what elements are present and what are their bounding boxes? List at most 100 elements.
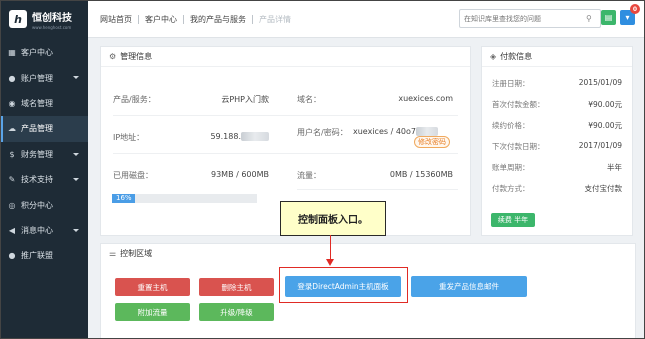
panel-title: 付款信息 — [500, 52, 533, 61]
renew-button[interactable]: 续费 半年 — [491, 213, 535, 227]
disk-value: 93MB / 600MB — [210, 170, 269, 179]
panel-title: 管理信息 — [120, 52, 153, 61]
traffic-label: 流量： — [297, 171, 321, 180]
redacted-mask — [415, 127, 438, 136]
account-label: 用户名/密码： — [297, 128, 348, 137]
ip-label: IP地址： — [113, 133, 145, 142]
change-password-link[interactable]: 修改密码 — [414, 136, 450, 148]
cart-button[interactable]: ▾ 0 — [620, 4, 640, 25]
sidebar-item-label: 积分中心 — [21, 200, 53, 210]
wrench-icon: ✎ — [8, 175, 16, 185]
payment-row: 首次付款金额： ¥90.00元 — [492, 99, 622, 110]
user-icon: ● — [8, 73, 16, 83]
sidebar-item-messages[interactable]: ◀ 消息中心 — [1, 218, 88, 243]
sidebar-item-label: 产品管理 — [21, 124, 53, 134]
account-text: xuexices / 40o7 — [353, 127, 416, 136]
payment-info-panel: ◈ 付款信息 注册日期： 2015/01/09 首次付款金额： ¥90.00元 … — [481, 46, 633, 236]
brand-logo[interactable]: h 恒创科技 www.henghost.com — [1, 1, 88, 37]
search-input[interactable] — [460, 14, 586, 23]
cog-icon: ⚙ — [109, 52, 117, 61]
brand-name: 恒创科技 — [32, 12, 72, 24]
payment-value: 2015/01/09 — [578, 78, 622, 87]
sidebar-item-finance[interactable]: $ 财务管理 — [1, 142, 88, 167]
panel-header: ⚙ 管理信息 — [101, 47, 470, 67]
eye-icon: ◈ — [490, 52, 497, 61]
grid-icon: ▦ — [8, 48, 16, 58]
disk-label: 已用磁盘： — [113, 171, 153, 180]
sidebar-nav: ▦ 客户中心 ● 账户管理 ◉ 域名管理 ☁ 产品管理 $ 财务管理 ✎ 技术支… — [1, 40, 88, 269]
sidebar-item-points[interactable]: ◎ 积分中心 — [1, 192, 88, 217]
caret-down-icon — [73, 228, 79, 232]
coin-icon: ◎ — [8, 200, 16, 210]
sliders-icon: ⚌ — [109, 249, 117, 258]
caret-down-icon — [73, 76, 79, 80]
payment-key: 注册日期： — [492, 79, 530, 88]
breadcrumb-current: 产品详情 — [259, 14, 291, 24]
book-button[interactable]: ▤ — [601, 10, 616, 25]
cart-count-badge: 0 — [630, 4, 640, 14]
divider — [297, 189, 458, 190]
breadcrumb-divider — [183, 14, 184, 24]
sidebar-item-products[interactable]: ☁ 产品管理 — [1, 116, 88, 142]
sidebar-item-label: 消息中心 — [21, 225, 53, 235]
top-bar: 网站首页 客户中心 我的产品与服务 产品详情 ⚲ ▤ ▾ 0 — [88, 1, 644, 38]
panel-header: ◈ 付款信息 — [482, 47, 632, 67]
circle-icon: ● — [8, 251, 16, 261]
divider — [113, 153, 458, 154]
upgrade-downgrade-button[interactable]: 升级/降级 — [199, 303, 274, 321]
product-label: 产品/服务： — [113, 95, 156, 104]
caret-down-icon — [73, 152, 79, 156]
search-box: ⚲ — [459, 9, 601, 28]
brand-url: www.henghost.com — [32, 24, 72, 30]
traffic-value: 0MB / 15360MB — [389, 170, 453, 179]
sidebar: h 恒创科技 www.henghost.com ▦ 客户中心 ● 账户管理 ◉ … — [1, 1, 88, 338]
sidebar-item-affiliate[interactable]: ● 推广联盟 — [1, 243, 88, 268]
sidebar-item-label: 财务管理 — [21, 149, 53, 159]
sidebar-item-customer-center[interactable]: ▦ 客户中心 — [1, 40, 88, 65]
payment-value: 2017/01/09 — [578, 141, 622, 150]
arrow-down-icon — [326, 259, 334, 266]
caret-down-icon — [73, 177, 79, 181]
sidebar-item-label: 客户中心 — [21, 48, 53, 58]
sidebar-item-account[interactable]: ● 账户管理 — [1, 65, 88, 90]
add-traffic-button[interactable]: 附加流量 — [115, 303, 190, 321]
delete-host-button[interactable]: 删除主机 — [199, 278, 274, 296]
payment-key: 付款方式： — [492, 184, 530, 193]
breadcrumb-home[interactable]: 网站首页 — [100, 14, 132, 25]
product-value: 云PHP入门款 — [221, 95, 269, 104]
sidebar-item-domain[interactable]: ◉ 域名管理 — [1, 91, 88, 116]
annotation-highlight-box — [279, 267, 408, 303]
payment-row: 续约价格： ¥90.00元 — [492, 120, 622, 131]
sidebar-item-label: 技术支持 — [21, 175, 53, 185]
annotation-callout: 控制面板入口。 — [280, 201, 386, 236]
sidebar-item-label: 推广联盟 — [21, 251, 53, 261]
ip-value: 59.188. — [197, 132, 269, 141]
panel-title: 控制区域 — [120, 249, 153, 258]
breadcrumb-my-products[interactable]: 我的产品与服务 — [190, 14, 246, 25]
account-value: xuexices / 40o7 — [353, 127, 453, 136]
payment-value: 支付宝付款 — [584, 184, 623, 193]
reset-host-button[interactable]: 重置主机 — [115, 278, 190, 296]
payment-row: 付款方式： 支付宝付款 — [492, 183, 622, 194]
breadcrumb-divider — [252, 14, 253, 24]
search-icon[interactable]: ⚲ — [586, 14, 592, 23]
cart-icon: ▾ — [625, 13, 630, 22]
sidebar-item-support[interactable]: ✎ 技术支持 — [1, 167, 88, 192]
redacted-mask — [241, 132, 269, 141]
payment-row: 下次付款日期： 2017/01/09 — [492, 141, 622, 152]
payment-value: ¥90.00元 — [588, 100, 622, 109]
payment-row: 注册日期： 2015/01/09 — [492, 78, 622, 89]
payment-row: 账单周期： 半年 — [492, 162, 622, 173]
disk-usage-fill: 16% — [112, 194, 136, 203]
domain-label: 域名： — [297, 95, 321, 104]
panel-header: ⚌ 控制区域 — [101, 244, 635, 263]
payment-key: 首次付款金额： — [492, 100, 545, 109]
resend-info-email-button[interactable]: 重发产品信息邮件 — [411, 276, 527, 297]
megaphone-icon: ◀ — [8, 225, 16, 235]
breadcrumb-customer-center[interactable]: 客户中心 — [145, 14, 177, 25]
ip-text: 59.188. — [210, 132, 241, 141]
book-icon: ▤ — [604, 13, 613, 22]
logo-icon: h — [9, 10, 27, 28]
sidebar-item-label: 账户管理 — [21, 73, 53, 83]
payment-key: 续约价格： — [492, 121, 530, 130]
